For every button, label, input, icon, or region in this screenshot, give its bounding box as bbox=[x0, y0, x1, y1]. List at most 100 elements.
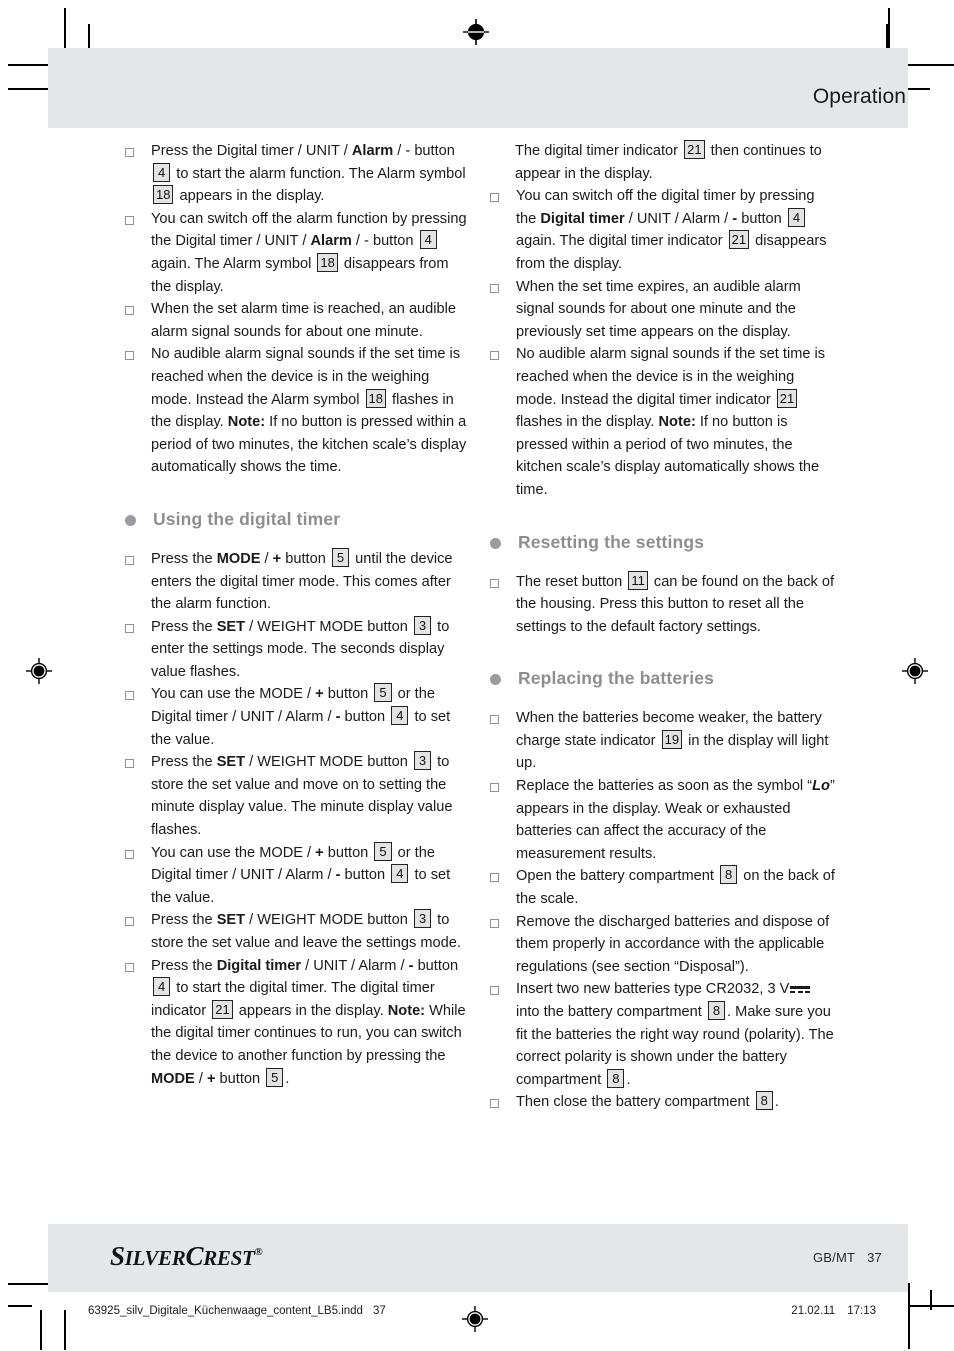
reference-number-box: 4 bbox=[153, 162, 171, 182]
list-item-text: No audible alarm signal sounds if the se… bbox=[516, 343, 835, 501]
body-text: When the set alarm time is reached, an a… bbox=[151, 301, 457, 340]
left-column: Press the Digital timer / UNIT / Alarm /… bbox=[125, 140, 470, 1090]
emphasis-text: Digital timer bbox=[216, 957, 302, 974]
body-text: button bbox=[737, 210, 786, 227]
body-text: / UNIT / Alarm / bbox=[624, 210, 733, 227]
reference-number-box: 4 bbox=[391, 706, 409, 726]
list-item: You can switch off the alarm function by… bbox=[125, 208, 470, 298]
reference-number-box: 21 bbox=[684, 140, 705, 159]
body-text: flashes in the display. bbox=[516, 414, 659, 431]
body-text: Press the bbox=[151, 754, 217, 771]
square-bullet-icon bbox=[125, 148, 134, 157]
reference-number-box: 11 bbox=[628, 570, 648, 590]
body-text: The digital timer indicator bbox=[515, 143, 683, 159]
heading-resetting-the-settings: Resetting the settings bbox=[490, 532, 835, 553]
body-text: . bbox=[285, 1070, 290, 1087]
reference-number-box: 5 bbox=[266, 1067, 284, 1087]
body-text: / UNIT / Alarm / bbox=[301, 957, 409, 974]
print-filename: 63925_silv_Digitale_Küchenwaage_content_… bbox=[88, 1305, 363, 1317]
page-header-band bbox=[48, 48, 908, 128]
registration-mark-left bbox=[26, 658, 52, 684]
reference-number-box: 8 bbox=[707, 1001, 726, 1020]
square-bullet-icon bbox=[125, 962, 134, 972]
list-item-text: Press the SET / WEIGHT MODE button 3 to … bbox=[151, 751, 470, 841]
list-item-text: Then close the battery compartment 8. bbox=[516, 1091, 835, 1114]
body-text: Press the Digital timer / UNIT / bbox=[151, 143, 352, 159]
print-time: 17:13 bbox=[847, 1305, 876, 1317]
alarm-bullet-list: Press the Digital timer / UNIT / Alarm /… bbox=[125, 140, 470, 479]
crop-mark-bottom-right-vertical bbox=[908, 1283, 910, 1349]
square-bullet-icon bbox=[490, 283, 499, 293]
body-text: / - button bbox=[393, 143, 455, 159]
silvercrest-logo: SILVERCREST® bbox=[110, 1241, 263, 1272]
square-bullet-icon bbox=[125, 215, 134, 225]
list-item: When the set time expires, an audible al… bbox=[490, 276, 835, 344]
square-bullet-icon bbox=[125, 759, 134, 769]
reference-number-box: 5 bbox=[331, 547, 350, 567]
crop-mark-bottom-left-vertical bbox=[64, 1310, 66, 1350]
list-item-text: Press the MODE / + button 5 until the de… bbox=[151, 547, 470, 616]
digital-timer-bullet-list-continued: You can switch off the digital timer by … bbox=[490, 185, 835, 501]
body-text: again. The Alarm symbol bbox=[151, 255, 316, 272]
square-bullet-icon bbox=[125, 351, 134, 361]
reference-number-box: 18 bbox=[365, 388, 386, 408]
list-item-text: Press the SET / WEIGHT MODE button 3 to … bbox=[151, 909, 470, 954]
registration-mark-right bbox=[902, 658, 928, 684]
page-footer-info: GB/MT 37 bbox=[813, 1250, 882, 1265]
square-bullet-icon bbox=[490, 193, 499, 203]
crop-mark-bottom-right-vertical-2 bbox=[930, 1290, 932, 1310]
body-text: / WEIGHT MODE button bbox=[245, 912, 412, 929]
emphasis-text: + bbox=[315, 686, 324, 703]
list-item: Then close the battery compartment 8. bbox=[490, 1091, 835, 1114]
reference-number-box: 18 bbox=[317, 252, 338, 272]
body-text: Press the bbox=[151, 618, 217, 635]
list-item-text: Press the SET / WEIGHT MODE button 3 to … bbox=[151, 615, 470, 684]
crop-mark-top-right-horizontal bbox=[908, 64, 954, 66]
reset-bullet-list: The reset button 11 can be found on the … bbox=[490, 570, 835, 639]
body-text: Replace the batteries as soon as the sym… bbox=[516, 778, 813, 795]
emphasis-text: Digital timer bbox=[540, 210, 625, 227]
list-item-text: When the set time expires, an audible al… bbox=[516, 276, 835, 344]
reference-number-box: 5 bbox=[374, 841, 392, 861]
bullet-dot-icon bbox=[490, 674, 501, 686]
body-text: button bbox=[323, 844, 373, 861]
body-text: / bbox=[194, 1070, 207, 1087]
reference-number-box: 5 bbox=[374, 683, 392, 703]
body-text: button bbox=[340, 709, 390, 726]
body-text: . bbox=[774, 1094, 779, 1111]
emphasis-text: Note: bbox=[387, 1002, 426, 1019]
bullet-dot-icon bbox=[125, 514, 136, 526]
emphasis-text: + bbox=[315, 844, 324, 861]
body-text: When the set time expires, an audible al… bbox=[516, 278, 801, 340]
list-item-text: Replace the batteries as soon as the sym… bbox=[516, 775, 835, 865]
registration-mark-bottom bbox=[462, 1306, 488, 1332]
emphasis-text: Note: bbox=[658, 414, 696, 431]
reference-number-box: 21 bbox=[776, 388, 798, 408]
list-item: Press the SET / WEIGHT MODE button 3 to … bbox=[125, 615, 470, 684]
body-text: You can use the MODE / bbox=[151, 686, 316, 703]
emphasis-text: MODE bbox=[151, 1070, 195, 1087]
square-bullet-icon bbox=[490, 783, 499, 793]
reference-number-box: 4 bbox=[391, 864, 409, 884]
square-bullet-icon bbox=[490, 986, 499, 996]
heading-label: Using the digital timer bbox=[153, 508, 341, 529]
list-item: When the set alarm time is reached, an a… bbox=[125, 298, 470, 343]
heading-replacing-the-batteries: Replacing the batteries bbox=[490, 668, 835, 689]
square-bullet-icon bbox=[125, 623, 134, 633]
reference-number-box: 3 bbox=[413, 751, 432, 771]
reference-number-box: 4 bbox=[153, 977, 171, 997]
print-timestamp: 21.02.11 17:13 bbox=[791, 1305, 876, 1317]
body-text: to start the alarm function. The Alarm s… bbox=[172, 165, 466, 182]
reference-number-box: 8 bbox=[755, 1091, 773, 1111]
reference-number-box: 4 bbox=[787, 207, 806, 227]
emphasis-text: MODE bbox=[216, 550, 261, 567]
heading-using-the-digital-timer: Using the digital timer bbox=[125, 509, 470, 530]
brand-rest: REST bbox=[203, 1246, 255, 1270]
emphasis-text: SET bbox=[216, 618, 246, 635]
list-item: Press the SET / WEIGHT MODE button 3 to … bbox=[125, 751, 470, 841]
body-text: Then close the battery compartment bbox=[516, 1094, 754, 1111]
square-bullet-icon bbox=[125, 691, 134, 701]
square-bullet-icon bbox=[490, 715, 499, 725]
list-item: Open the battery compartment 8 on the ba… bbox=[490, 865, 835, 910]
crop-mark-bottom-left-horizontal-2 bbox=[8, 1305, 32, 1307]
